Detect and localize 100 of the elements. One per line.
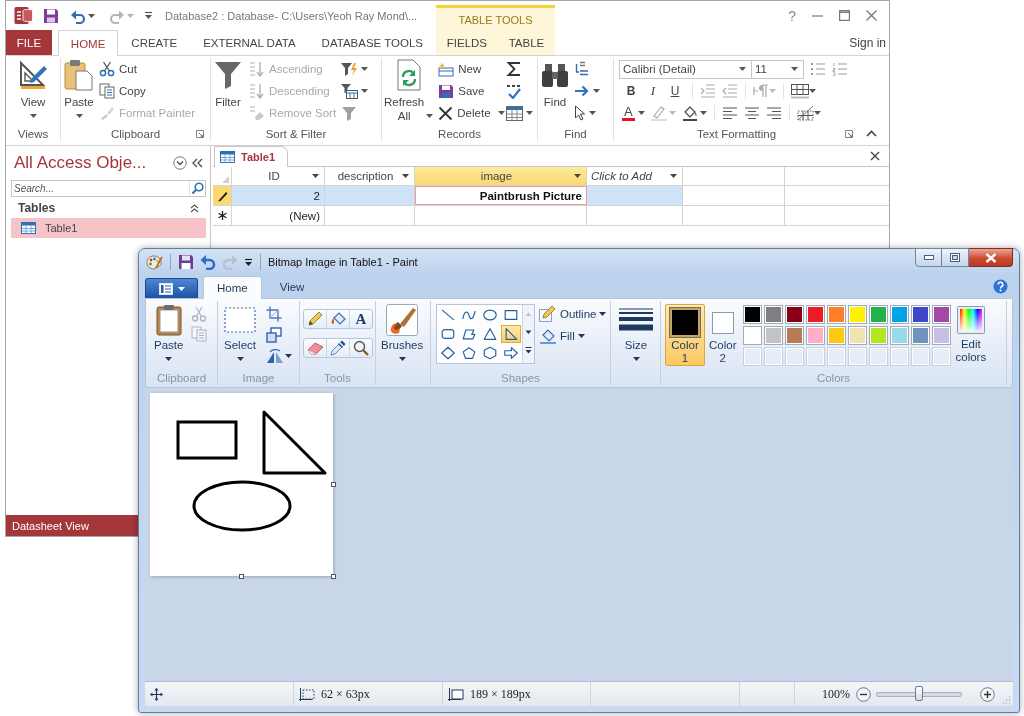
- color-swatch[interactable]: [890, 326, 910, 345]
- refresh-all-button[interactable]: Refresh All: [383, 58, 435, 123]
- zoom-out-icon[interactable]: [856, 686, 871, 702]
- column-header[interactable]: image: [415, 167, 587, 185]
- color-swatch[interactable]: [911, 305, 931, 324]
- filter-button[interactable]: Filter: [211, 58, 245, 109]
- selection-filter-icon[interactable]: [340, 61, 358, 77]
- sign-in-link[interactable]: Sign in: [849, 35, 889, 50]
- save-record-button[interactable]: Save: [436, 80, 507, 102]
- ribbon-tab[interactable]: Home: [203, 276, 262, 299]
- search-icon[interactable]: [189, 180, 206, 197]
- color-picker-icon[interactable]: [330, 340, 346, 356]
- close-button[interactable]: [969, 248, 1013, 267]
- toggle-filter-icon[interactable]: [340, 105, 358, 121]
- outline-button[interactable]: Outline: [539, 304, 607, 323]
- color-swatch[interactable]: [743, 326, 763, 345]
- arrow-icon[interactable]: [501, 344, 521, 362]
- customize-icon[interactable]: [244, 257, 253, 267]
- close-icon[interactable]: [866, 10, 877, 21]
- paint-bucket-icon[interactable]: [329, 311, 347, 327]
- app-icon[interactable]: [14, 6, 33, 25]
- color-swatch[interactable]: [932, 305, 952, 324]
- ribbon-tab[interactable]: DATABASE TOOLS: [308, 30, 436, 55]
- nav-group-header[interactable]: Tables: [11, 198, 206, 218]
- ribbon-tab[interactable]: View: [266, 276, 318, 298]
- resize-grip-icon[interactable]: [1002, 695, 1011, 704]
- document-tab[interactable]: Table1: [214, 146, 289, 167]
- totals-icon[interactable]: [506, 61, 523, 77]
- color-swatch[interactable]: [764, 305, 784, 324]
- size-button[interactable]: Size: [617, 303, 655, 361]
- resize-icon[interactable]: [266, 327, 282, 343]
- color-swatch[interactable]: [827, 326, 847, 345]
- bold-button[interactable]: B: [621, 82, 641, 100]
- help-button[interactable]: ?: [788, 7, 796, 24]
- resize-handle-icon[interactable]: [331, 482, 336, 487]
- row-selector[interactable]: [213, 186, 232, 205]
- save-icon[interactable]: [43, 7, 59, 24]
- table-row[interactable]: (New): [213, 206, 889, 226]
- font-dropdown[interactable]: Calibri (Detail): [619, 59, 752, 79]
- magnifier-icon[interactable]: [353, 340, 369, 356]
- ribbon-tab[interactable]: TABLE: [504, 30, 549, 55]
- ribbon-tab[interactable]: HOME: [57, 30, 119, 56]
- color-swatch[interactable]: [848, 326, 868, 345]
- delete-button[interactable]: Delete: [436, 102, 507, 124]
- color-swatch[interactable]: [764, 326, 784, 345]
- find-button[interactable]: Find: [538, 58, 572, 109]
- ribbon-tab[interactable]: CREATE: [118, 30, 191, 55]
- color-swatch[interactable]: [911, 326, 931, 345]
- paint-bucket-icon[interactable]: [681, 105, 700, 121]
- align-right-icon[interactable]: [765, 106, 782, 120]
- underline-button[interactable]: U: [665, 82, 685, 100]
- color-slot-button[interactable]: Color 2: [705, 304, 741, 366]
- resize-handle-icon[interactable]: [331, 574, 336, 579]
- font-size-dropdown[interactable]: 11: [751, 59, 804, 79]
- crop-icon[interactable]: [266, 306, 282, 322]
- ribbon-tab[interactable]: FIELDS: [442, 30, 492, 55]
- color-swatch[interactable]: [827, 305, 847, 324]
- color-swatch[interactable]: [806, 305, 826, 324]
- undo-icon[interactable]: [200, 254, 216, 270]
- collapse-ribbon-icon[interactable]: [866, 130, 877, 137]
- help-icon[interactable]: [993, 279, 1008, 294]
- copy-button[interactable]: Copy: [97, 80, 198, 102]
- maximize-icon[interactable]: [839, 10, 850, 21]
- align-center-icon[interactable]: [743, 106, 760, 120]
- view-button[interactable]: View: [15, 58, 51, 118]
- ribbon-tab[interactable]: FILE: [6, 30, 52, 55]
- color-swatch[interactable]: [743, 305, 763, 324]
- color-swatch[interactable]: [869, 305, 889, 324]
- dialog-launcher-icon[interactable]: [845, 130, 853, 139]
- color-swatch[interactable]: [785, 305, 805, 324]
- eraser-icon[interactable]: [306, 341, 324, 355]
- more-records-icon[interactable]: [506, 105, 524, 121]
- zoom-in-icon[interactable]: [980, 686, 995, 702]
- color-swatch[interactable]: [890, 305, 910, 324]
- cursor-icon[interactable]: [574, 105, 586, 121]
- close-icon[interactable]: [870, 151, 880, 161]
- gridlines-icon[interactable]: [791, 83, 809, 99]
- color-swatch[interactable]: [848, 305, 868, 324]
- diamond-icon[interactable]: [438, 344, 458, 362]
- drawing-canvas[interactable]: [150, 393, 333, 576]
- minimize-button[interactable]: [915, 248, 942, 267]
- ribbon-tab[interactable]: EXTERNAL DATA: [190, 30, 309, 55]
- cut-button[interactable]: Cut: [97, 58, 198, 80]
- color-swatch[interactable]: [869, 326, 889, 345]
- pencil-icon[interactable]: [307, 311, 323, 327]
- new-record-button[interactable]: New: [436, 58, 507, 80]
- fill-button[interactable]: Fill: [539, 326, 607, 345]
- spelling-icon[interactable]: [506, 83, 523, 99]
- select-button[interactable]: Select: [222, 303, 258, 361]
- color-slot-button[interactable]: Color 1: [665, 304, 705, 366]
- paste-button[interactable]: Paste: [152, 303, 186, 361]
- edit-colors-button[interactable]: Edit colors: [955, 304, 987, 364]
- color-swatch[interactable]: [785, 326, 805, 345]
- italic-button[interactable]: I: [643, 82, 663, 100]
- font-color-button[interactable]: A: [622, 103, 635, 123]
- rotate-icon[interactable]: [266, 348, 284, 364]
- maximize-button[interactable]: [942, 248, 969, 267]
- align-left-icon[interactable]: [721, 106, 738, 120]
- advanced-filter-icon[interactable]: [340, 83, 358, 99]
- color-swatch[interactable]: [806, 326, 826, 345]
